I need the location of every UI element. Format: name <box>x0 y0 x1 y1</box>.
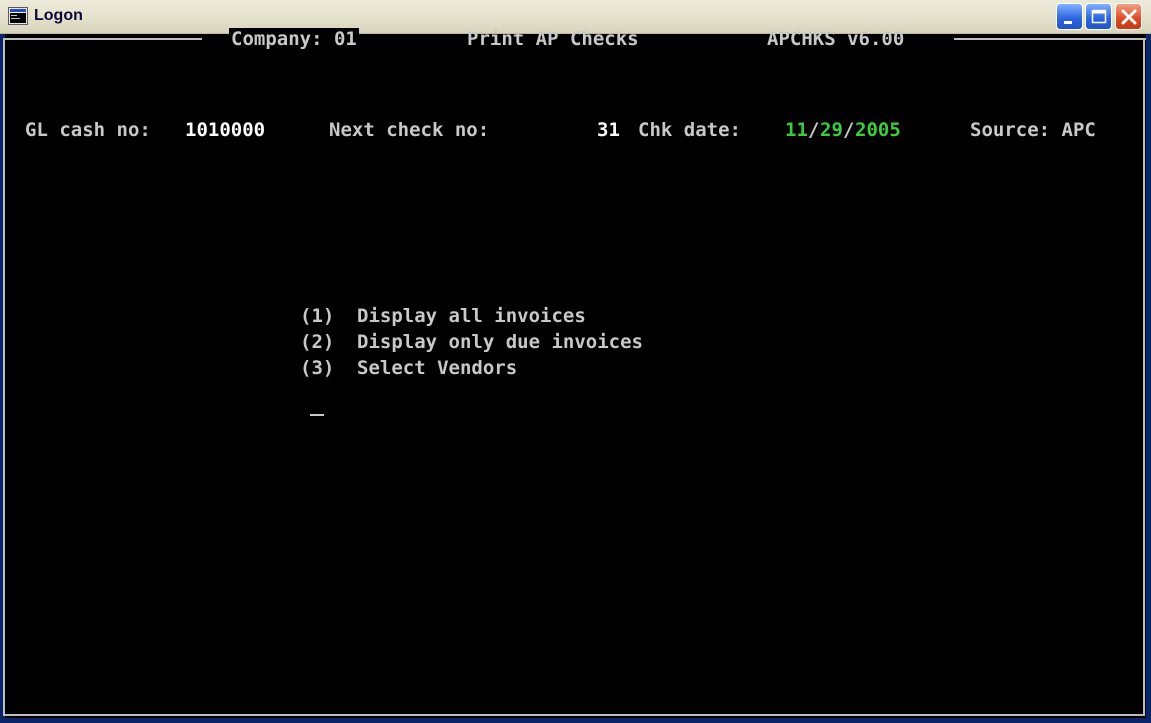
next-check-label: Next check no: <box>329 119 490 141</box>
window-title: Logon <box>34 7 83 24</box>
console-window: Logon Company: 01 Print AP Checks APCHKS… <box>0 0 1151 723</box>
chk-date-label: Chk date: <box>638 119 741 141</box>
menu-key: (2) <box>300 331 335 353</box>
maximize-icon <box>1091 9 1107 24</box>
menu-key: (1) <box>300 305 335 327</box>
menu-label: Display all invoices <box>357 305 586 327</box>
menu-label: Select Vendors <box>357 357 518 379</box>
close-button[interactable] <box>1115 3 1142 30</box>
menu-key: (3) <box>300 357 335 379</box>
company-label: Company: 01 <box>229 28 359 50</box>
program-title: Print AP Checks <box>467 28 639 50</box>
header-rule-left <box>5 38 202 40</box>
program-version: APCHKS v6.00 <box>767 28 905 50</box>
gl-cash-value: 1010000 <box>185 119 266 141</box>
chk-date-separator: / <box>808 119 820 141</box>
text-cursor <box>310 414 324 416</box>
chk-date-year: 2005 <box>855 119 901 141</box>
gl-cash-label: GL cash no: <box>25 119 151 141</box>
chk-date-day: 29 <box>820 119 843 141</box>
chk-date-month: 11 <box>785 119 808 141</box>
console-window-icon[interactable] <box>8 7 28 25</box>
next-check-value: 31 <box>597 119 620 141</box>
menu-label: Display only due invoices <box>357 331 643 353</box>
minimize-icon <box>1064 21 1072 24</box>
minimize-button[interactable] <box>1056 3 1083 30</box>
maximize-button[interactable] <box>1085 3 1112 30</box>
source-label: Source: APC <box>970 119 1096 141</box>
header-rule-right <box>954 38 1146 40</box>
close-icon <box>1121 9 1137 25</box>
chk-date-separator: / <box>843 119 855 141</box>
